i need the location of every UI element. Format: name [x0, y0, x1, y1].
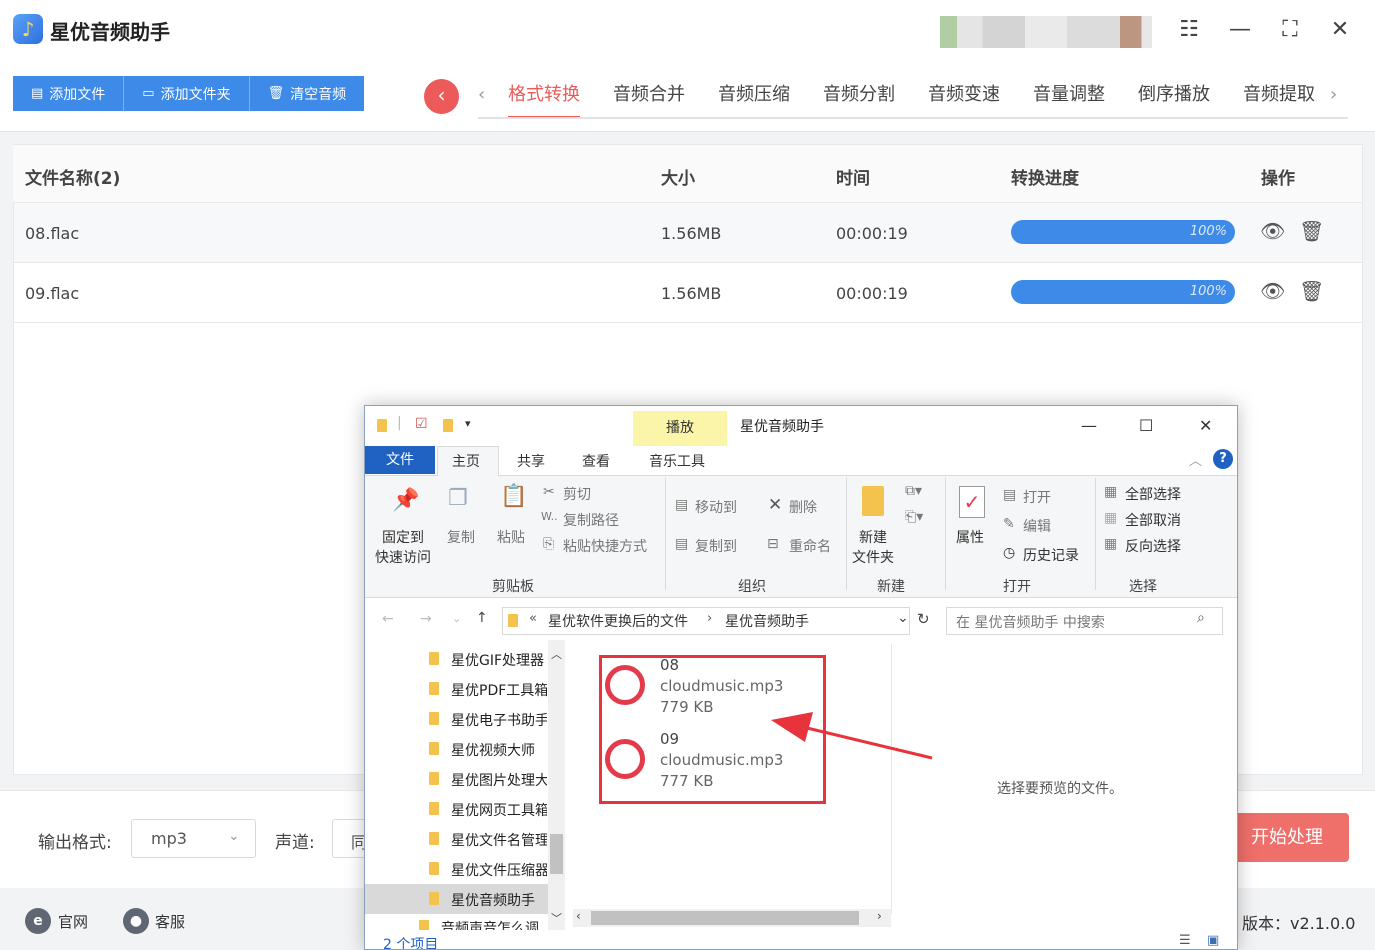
app-title: 星优音频助手: [50, 20, 170, 44]
back-circle-button[interactable]: ‹: [424, 79, 459, 114]
tab-reverse[interactable]: 倒序播放: [1138, 82, 1210, 118]
add-folder-button[interactable]: ▭ 添加文件夹: [124, 76, 250, 111]
tab-volume[interactable]: 音量调整: [1033, 82, 1105, 118]
tab-audio-speed[interactable]: 音频变速: [928, 82, 1000, 118]
trash-icon: 🗑: [267, 86, 285, 101]
delete-trash-icon[interactable]: 🗑: [1299, 219, 1324, 243]
row-size: 1.56MB: [661, 284, 722, 303]
annotation-arrow: [771, 712, 933, 760]
progress-bar: 100%: [1011, 280, 1235, 304]
preview-eye-icon[interactable]: 👁: [1260, 279, 1285, 303]
header-progress: 转换进度: [1011, 169, 1079, 189]
channel-label: 声道:: [275, 833, 315, 853]
file-explorer-window: | ☑ ▾ 播放 星优音频助手 — ☐ ✕ 文件 主页 共享 查看 音乐工具 ︿…: [364, 405, 1238, 950]
tab-divider: [478, 117, 1348, 119]
row-time: 00:00:19: [836, 284, 908, 303]
close-icon[interactable]: ✕: [1328, 18, 1352, 42]
tab-audio-merge[interactable]: 音频合并: [613, 82, 685, 118]
header-time: 时间: [836, 169, 870, 189]
maximize-icon[interactable]: ⛶: [1278, 18, 1302, 42]
tab-audio-compress[interactable]: 音频压缩: [718, 82, 790, 118]
toolbar-buttons: ▤ 添加文件 ▭ 添加文件夹 🗑 清空音频: [13, 76, 365, 111]
user-avatar[interactable]: [940, 16, 1152, 48]
tab-audio-split[interactable]: 音频分割: [823, 82, 895, 118]
file-icon: ▤: [31, 86, 44, 101]
tab-extract[interactable]: 音频提取: [1243, 82, 1315, 118]
row-time: 00:00:19: [836, 224, 908, 243]
tab-scroll-left-icon[interactable]: ‹: [478, 84, 485, 105]
row-filename: 08.flac: [25, 224, 80, 243]
preview-eye-icon[interactable]: 👁: [1260, 219, 1285, 243]
header-actions: 操作: [1261, 169, 1295, 189]
folder-icon: ▭: [142, 86, 155, 101]
support-link[interactable]: 客服: [155, 911, 185, 932]
settings-icon[interactable]: ☷: [1177, 18, 1201, 42]
support-chat-icon[interactable]: ●: [123, 908, 149, 934]
website-link[interactable]: 官网: [58, 911, 88, 932]
tab-scroll-right-icon[interactable]: ›: [1330, 84, 1337, 105]
header-size: 大小: [661, 169, 695, 189]
version-label: 版本：v2.1.0.0: [1242, 914, 1356, 933]
row-filename: 09.flac: [25, 284, 80, 303]
row-size: 1.56MB: [661, 224, 722, 243]
function-tabs: 格式转换 音频合并 音频压缩 音频分割 音频变速 音量调整 倒序播放 音频提取: [508, 82, 1348, 118]
add-file-button[interactable]: ▤ 添加文件: [13, 76, 125, 111]
website-icon[interactable]: e: [25, 908, 51, 934]
progress-bar: 100%: [1011, 220, 1235, 244]
start-process-button[interactable]: 开始处理: [1225, 813, 1349, 862]
output-format-label: 输出格式:: [38, 833, 112, 853]
chevron-down-icon: ⌄: [228, 828, 240, 844]
output-format-value: mp3: [151, 829, 187, 848]
tab-format-convert[interactable]: 格式转换: [508, 82, 580, 118]
header-filename: 文件名称(2): [25, 169, 121, 189]
delete-trash-icon[interactable]: 🗑: [1299, 279, 1324, 303]
title-bar: [0, 0, 1375, 62]
app-logo-icon: ♪: [13, 14, 43, 44]
clear-audio-button[interactable]: 🗑 清空音频: [249, 76, 365, 111]
minimize-icon[interactable]: —: [1228, 18, 1252, 42]
